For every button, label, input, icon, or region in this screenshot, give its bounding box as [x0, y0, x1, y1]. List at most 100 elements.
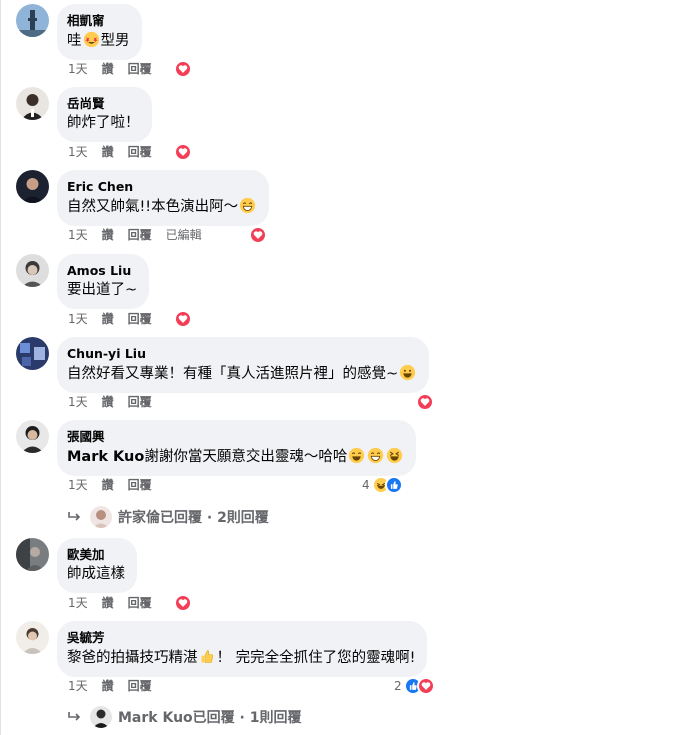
avatar[interactable] — [90, 706, 112, 728]
comment-time[interactable]: 1天 — [68, 227, 88, 243]
comment-author[interactable]: Chun-yi Liu — [67, 345, 417, 362]
left-border — [0, 0, 1, 735]
avatar[interactable] — [16, 337, 49, 370]
view-replies[interactable]: Mark Kuo已回覆 · 1則回覆 — [68, 706, 301, 728]
reaction-count: 2 — [394, 679, 402, 693]
reply-arrow-icon — [68, 712, 81, 721]
avatar[interactable] — [16, 87, 49, 120]
comment-actions: 1天讚回覆 — [68, 144, 166, 160]
like-button[interactable]: 讚 — [102, 595, 114, 611]
comment-actions: 1天讚回覆 已編輯 — [68, 227, 216, 243]
comment-author[interactable]: 張國興 — [67, 428, 404, 445]
reaction-summary[interactable]: 2 — [394, 676, 435, 696]
comment-author[interactable]: 吳毓芳 — [67, 629, 415, 646]
comment-bubble: Eric Chen 自然又帥氣!!本色演出阿～ — [57, 170, 270, 226]
reply-button[interactable]: 回覆 — [128, 678, 152, 694]
reaction-count: 4 — [362, 478, 370, 492]
grin-emoji-icon — [239, 197, 256, 214]
reply-button[interactable]: 回覆 — [128, 595, 152, 611]
reaction-summary[interactable] — [249, 225, 267, 245]
thumbs-up-emoji-icon — [201, 650, 213, 663]
avatar[interactable] — [90, 506, 112, 528]
comment-text: 自然又帥氣!!本色演出阿～ — [67, 197, 257, 217]
comment-time[interactable]: 1天 — [68, 394, 88, 410]
avatar[interactable] — [16, 4, 49, 37]
comment-actions: 1天讚回覆 — [68, 595, 166, 611]
comment-time[interactable]: 1天 — [68, 61, 88, 77]
comment-bubble: 張國興 Mark Kuo謝謝你當天願意交出靈魂～哈哈 — [57, 420, 417, 476]
reply-arrow-icon — [68, 512, 81, 521]
reply-button[interactable]: 回覆 — [128, 144, 152, 160]
reply-button[interactable]: 回覆 — [128, 61, 152, 77]
comment-author[interactable]: 歐美加 — [67, 546, 125, 563]
like-button[interactable]: 讚 — [102, 678, 114, 694]
avatar[interactable] — [16, 420, 49, 453]
comment-author[interactable]: Amos Liu — [67, 262, 137, 279]
heart-reaction-icon — [249, 226, 267, 244]
comment-time[interactable]: 1天 — [68, 144, 88, 160]
heart-reaction-icon — [174, 310, 192, 328]
reply-button[interactable]: 回覆 — [128, 477, 152, 493]
comment-actions: 1天讚回覆 — [68, 678, 166, 694]
comment-text: 哇型男 — [67, 31, 130, 49]
avatar[interactable] — [16, 170, 49, 203]
smile-emoji-icon — [400, 364, 416, 381]
reaction-summary[interactable] — [174, 59, 192, 79]
heart-reaction-icon — [174, 143, 192, 161]
reaction-summary[interactable] — [174, 309, 192, 329]
comment-author[interactable]: 相凱甯 — [67, 12, 130, 29]
comment-text: 黎爸的拍攝技巧精湛！ 完完全全抓住了您的靈魂啊! — [67, 650, 416, 666]
heart-reaction-icon — [416, 677, 435, 695]
reaction-summary[interactable] — [174, 593, 192, 613]
comment-bubble: 相凱甯 哇型男 — [57, 4, 142, 60]
like-reaction-icon — [384, 476, 403, 494]
replies-summary[interactable]: Mark Kuo已回覆 · 1則回覆 — [118, 707, 301, 727]
heart-reaction-icon — [416, 393, 434, 411]
laugh-emoji-icon — [349, 447, 365, 464]
star-struck-emoji-icon — [83, 31, 99, 48]
like-button[interactable]: 讚 — [102, 144, 114, 160]
grin-emoji-icon — [368, 447, 384, 464]
like-button[interactable]: 讚 — [102, 394, 114, 410]
heart-reaction-icon — [174, 594, 192, 612]
comment-text: 帥成這樣 — [67, 566, 125, 582]
reaction-summary[interactable] — [174, 142, 192, 162]
comment-bubble: Amos Liu 要出道了~ — [57, 254, 150, 309]
comment-text: Mark Kuo謝謝你當天願意交出靈魂～哈哈 — [67, 447, 404, 467]
comment-actions: 1天讚回覆 — [68, 311, 166, 327]
comment-bubble: 吳毓芳 黎爸的拍攝技巧精湛！ 完完全全抓住了您的靈魂啊! — [57, 621, 428, 677]
comment-author[interactable]: Eric Chen — [67, 178, 257, 195]
view-replies[interactable]: 許家倫已回覆 · 2則回覆 — [68, 506, 269, 528]
like-button[interactable]: 讚 — [102, 227, 114, 243]
comment-author[interactable]: 岳尚賢 — [67, 95, 140, 112]
comment-text: 自然好看又專業！有種「真人活進照片裡」的感覺~ — [67, 364, 417, 384]
reaction-summary[interactable] — [416, 392, 434, 412]
comment-actions: 1天讚回覆 — [68, 394, 166, 410]
comment-bubble: 歐美加 帥成這樣 — [57, 538, 137, 593]
comment-actions: 1天讚回覆 — [68, 61, 166, 77]
avatar[interactable] — [16, 621, 49, 654]
comment-bubble: 岳尚賢 帥炸了啦！ — [57, 87, 152, 142]
reaction-summary[interactable]: 4 — [362, 475, 403, 495]
comment-bubble: Chun-yi Liu 自然好看又專業！有種「真人活進照片裡」的感覺~ — [57, 337, 430, 393]
comment-time[interactable]: 1天 — [68, 678, 88, 694]
avatar[interactable] — [16, 538, 49, 571]
reply-button[interactable]: 回覆 — [128, 311, 152, 327]
heart-reaction-icon — [174, 60, 192, 78]
comment-text: 要出道了~ — [67, 282, 138, 298]
like-button[interactable]: 讚 — [102, 61, 114, 77]
comment-text: 帥炸了啦！ — [67, 115, 140, 131]
reply-button[interactable]: 回覆 — [128, 394, 152, 410]
edited-label[interactable]: 已編輯 — [166, 227, 202, 243]
squint-laugh-emoji-icon — [387, 447, 403, 464]
like-button[interactable]: 讚 — [102, 477, 114, 493]
comment-actions: 1天讚回覆 — [68, 477, 166, 493]
avatar[interactable] — [16, 254, 49, 287]
like-button[interactable]: 讚 — [102, 311, 114, 327]
comment-time[interactable]: 1天 — [68, 595, 88, 611]
comment-time[interactable]: 1天 — [68, 311, 88, 327]
reply-button[interactable]: 回覆 — [128, 227, 152, 243]
comment-time[interactable]: 1天 — [68, 477, 88, 493]
replies-summary[interactable]: 許家倫已回覆 · 2則回覆 — [118, 507, 269, 527]
mention-link[interactable]: Mark Kuo — [67, 449, 144, 465]
